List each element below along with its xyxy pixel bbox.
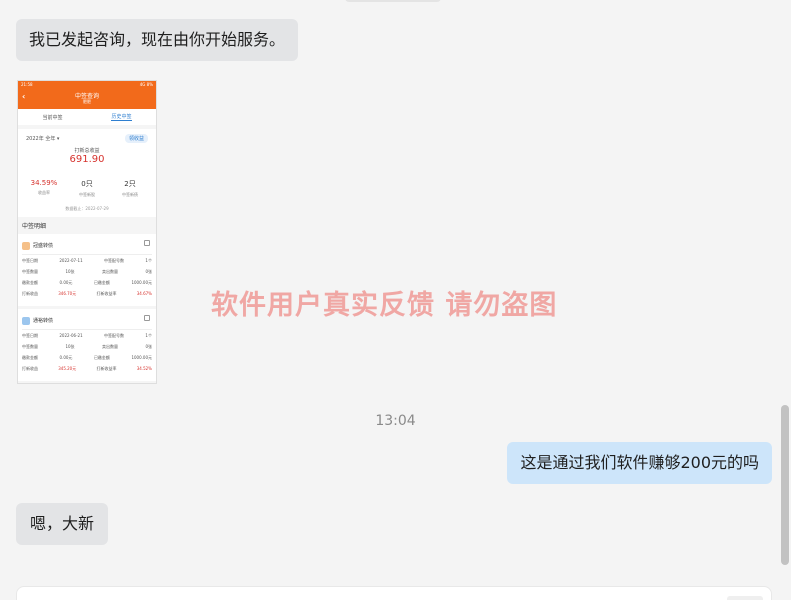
message-timestamp: 13:04 (375, 413, 416, 429)
input-tool-button[interactable] (727, 596, 763, 600)
cell: 10张 (65, 343, 75, 349)
cell: 中签数量 (22, 343, 38, 349)
cell: 中签数量 (22, 268, 38, 274)
phone-item-header: 冠盛转债 (22, 237, 152, 255)
cell: 1000.00元 (131, 279, 152, 285)
phone-date-note: 数据截止：2022-07-29 (65, 206, 109, 211)
phone-item-row: 缴款金额 0.00元 已缴金额 1000.00元 (22, 277, 152, 288)
cell: 1个 (145, 257, 152, 263)
cell: 2022-07-11 (59, 258, 83, 263)
phone-stat-label: 中签新股 (79, 192, 95, 197)
screenshot-image-message[interactable]: 21:58 4G 8% ‹ 中签查询 肥肥 当前中签 历史中签 2022年 全年… (17, 80, 157, 384)
phone-stat-value: 2只 (124, 180, 136, 188)
bond-icon (22, 241, 30, 250)
phone-total-value: 691.90 (69, 154, 105, 165)
system-message-text: 我已发起咨询，现在由你开始服务。 (29, 30, 286, 49)
cell: 中签日期 (22, 257, 38, 263)
system-message-bubble: 我已发起咨询，现在由你开始服务。 (16, 19, 299, 61)
phone-stat: 34.59% 收益率 (24, 179, 64, 198)
watermark-text: 软件用户真实反馈 请勿盗图 (211, 290, 558, 321)
cell: 10张 (65, 268, 75, 274)
cell: 0张 (145, 343, 152, 349)
agent-reply-text: 嗯，大新 (30, 514, 95, 533)
phone-stat-value: 34.59% (30, 179, 58, 187)
chat-scrollbar[interactable] (781, 405, 789, 565)
cell: 0.00元 (59, 279, 73, 285)
phone-subtitle: 肥肥 (83, 99, 91, 104)
cell: 2022-06-21 (59, 333, 83, 338)
phone-section-title: 中签明细 (18, 217, 156, 231)
phone-tab-history: 历史中签 (111, 114, 132, 121)
phone-tabs: 当前中签 历史中签 (18, 109, 156, 125)
cell: 已缴金额 (93, 279, 110, 285)
share-icon (144, 240, 150, 246)
cell: 已缴金额 (93, 354, 110, 360)
cell: 打新收益率 (96, 290, 117, 296)
cell: 中签日期 (22, 332, 38, 338)
user-message-bubble: 这是通过我们软件赚够200元的吗 (507, 442, 772, 484)
phone-stats: 34.59% 收益率 0只 中签新股 2只 中签新债 (24, 179, 150, 198)
cell: 缴款金额 (22, 354, 38, 360)
phone-list-item: 通裕转债 中签日期 2022-06-21 中签配号数 1个 中签数量 10张 卖出数量 0张… (18, 309, 156, 381)
cell: 0张 (145, 268, 152, 274)
top-tab-handle (345, 0, 441, 2)
phone-item-row: 中签日期 2022-06-21 中签配号数 1个 (22, 330, 152, 341)
phone-stat-label: 中签新债 (122, 192, 138, 197)
cell: 34.67% (136, 291, 152, 296)
phone-item-row: 中签数量 10张 卖出数量 0张 (22, 266, 152, 277)
share-icon (144, 315, 150, 321)
agent-reply-bubble: 嗯，大新 (16, 503, 109, 545)
phone-item-row: 中签日期 2022-07-11 中签配号数 1个 (22, 255, 152, 266)
cell: 打新收益率 (96, 365, 117, 371)
phone-item-name: 冠盛转债 (33, 243, 54, 249)
phone-status-right: 4G 8% (139, 82, 153, 87)
message-input-panel[interactable] (16, 586, 772, 600)
bond-icon (22, 316, 30, 325)
phone-total-label: 打新总收益 (74, 148, 100, 154)
phone-stat-label: 收益率 (38, 190, 50, 195)
phone-year-filter: 2022年 全年 ▾ (26, 136, 60, 142)
phone-item-row: 打新收益 345.20元 打新收益率 34.52% (22, 363, 152, 374)
cell: 卖出数量 (102, 343, 118, 349)
phone-stat: 2只 中签新债 (110, 179, 150, 198)
cell: 34.52% (136, 366, 152, 371)
phone-stat-value: 0只 (81, 180, 93, 188)
phone-header: 21:58 4G 8% ‹ 中签查询 肥肥 (18, 81, 156, 109)
cell: 打新收益 (22, 365, 38, 371)
cell: 中签配号数 (104, 257, 125, 263)
cell: 0.00元 (59, 354, 73, 360)
phone-item-row: 缴款金额 0.00元 已缴金额 1000.00元 (22, 352, 152, 363)
phone-summary-card: 2022年 全年 ▾ 领收益 打新总收益 691.90 34.59% 收益率 0… (18, 129, 156, 217)
phone-item-header: 通裕转债 (22, 312, 152, 330)
cell: 卖出数量 (102, 268, 118, 274)
user-message-text: 这是通过我们软件赚够200元的吗 (520, 453, 759, 472)
cell: 1000.00元 (131, 354, 152, 360)
phone-item-row: 中签数量 10张 卖出数量 0张 (22, 341, 152, 352)
phone-list-item: 冠盛转债 中签日期 2022-07-11 中签配号数 1个 中签数量 10张 卖出数量 0张… (18, 234, 156, 306)
phone-item-name: 通裕转债 (33, 318, 54, 324)
cell: 中签配号数 (104, 332, 125, 338)
phone-status-time: 21:58 (21, 82, 33, 87)
cell: 346.70元 (58, 290, 77, 296)
phone-tab-current: 当前中签 (42, 114, 63, 121)
phone-action-button: 领收益 (124, 134, 148, 143)
cell: 打新收益 (22, 290, 38, 296)
cell: 缴款金额 (22, 279, 38, 285)
phone-stat: 0只 中签新股 (67, 179, 107, 198)
phone-item-row: 打新收益 346.70元 打新收益率 34.67% (22, 288, 152, 299)
cell: 1个 (145, 332, 152, 338)
cell: 345.20元 (58, 365, 77, 371)
